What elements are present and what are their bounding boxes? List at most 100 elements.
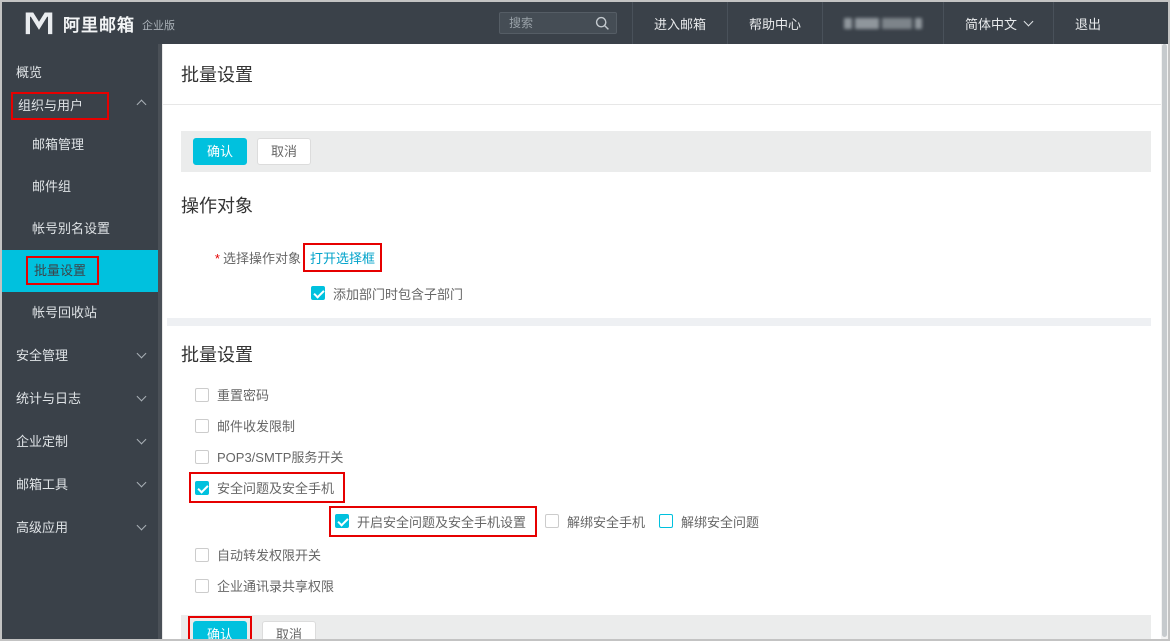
annotation-box: 安全问题及安全手机	[189, 472, 346, 503]
sidebar-item-advanced-apps[interactable]: 高级应用	[2, 506, 162, 549]
language-label: 简体中文	[964, 16, 1017, 32]
cancel-button-top[interactable]: 取消	[257, 138, 312, 165]
sidebar-item-label: 概览	[16, 65, 43, 80]
chevron-down-icon	[1023, 16, 1034, 26]
sidebar-item-stats-logs[interactable]: 统计与日志	[2, 377, 162, 420]
unbind-question-label: 解绑安全问题	[681, 514, 760, 530]
option-pop3-smtp: POP3/SMTP服务开关	[195, 441, 1161, 472]
section-divider	[167, 318, 1151, 326]
sidebar-item-overview[interactable]: 概览	[2, 58, 162, 88]
sidebar-item-security-management[interactable]: 安全管理	[2, 334, 162, 377]
open-selector-link[interactable]: 打开选择框	[310, 248, 375, 267]
sidebar-item-label: 帐号回收站	[32, 305, 98, 320]
section-title-target: 操作对象	[181, 196, 253, 216]
sidebar-item-label: 邮箱工具	[16, 477, 69, 492]
nav-help-center-label: 帮助中心	[748, 16, 801, 32]
nav-enter-mail-label: 进入邮箱	[653, 16, 706, 32]
logout-label: 退出	[1074, 16, 1101, 32]
pop3-smtp-label: POP3/SMTP服务开关	[217, 450, 344, 465]
sidebar-item-label: 统计与日志	[16, 391, 82, 406]
sidebar-item-org-users[interactable]: 组织与用户	[2, 88, 162, 124]
mail-limit-checkbox[interactable]	[195, 418, 209, 433]
app-window: 阿里邮箱 企业版 进入邮箱 帮助中心 简体中文	[0, 0, 1170, 641]
page-header: 批量设置	[163, 44, 1161, 105]
page-title: 批量设置	[181, 65, 253, 85]
header-nav: 进入邮箱 帮助中心 简体中文 退出	[631, 2, 1122, 44]
section-title-batch: 批量设置	[181, 345, 253, 365]
auto-forward-checkbox[interactable]	[195, 547, 209, 562]
sidebar-item-label: 组织与用户	[18, 98, 84, 113]
unbind-phone-checkbox[interactable]	[545, 514, 560, 528]
brand-title: 阿里邮箱	[63, 15, 135, 35]
sidebar-item-label: 批量设置	[34, 263, 87, 278]
security-question-phone-checkbox[interactable]	[195, 480, 209, 495]
sidebar-item-account-alias[interactable]: 帐号别名设置	[2, 208, 162, 250]
select-target-row: * 选择操作对象 打开选择框	[181, 242, 1161, 272]
sidebar-item-mailbox-tools[interactable]: 邮箱工具	[2, 463, 162, 506]
select-target-label-text: 选择操作对象	[222, 250, 301, 266]
masked-account-text	[843, 17, 922, 29]
include-subdept-row: 添加部门时包含子部门	[311, 285, 1161, 302]
top-header: 阿里邮箱 企业版 进入邮箱 帮助中心 简体中文	[2, 2, 1168, 44]
sidebar-item-account-recycle[interactable]: 帐号回收站	[2, 292, 162, 334]
auto-forward-label: 自动转发权限开关	[217, 548, 322, 563]
pop3-smtp-checkbox[interactable]	[195, 449, 209, 464]
confirm-button-bottom[interactable]: 确认	[193, 621, 248, 639]
sidebar-item-label: 帐号别名设置	[32, 221, 111, 236]
confirm-button-top[interactable]: 确认	[193, 138, 248, 165]
include-subdept-checkbox[interactable]	[311, 286, 325, 300]
enable-security-settings-label: 开启安全问题及安全手机设置	[357, 514, 527, 530]
sidebar-item-label: 企业定制	[16, 434, 69, 449]
main-content: 批量设置 确认 取消 操作对象 * 选择操作对象 打开选择框 添加部门时包含子部门…	[162, 44, 1161, 639]
nav-help-center[interactable]: 帮助中心	[726, 2, 822, 44]
contacts-share-checkbox[interactable]	[195, 578, 209, 593]
enable-security-settings-checkbox[interactable]	[335, 514, 349, 528]
annotation-box: 批量设置	[26, 256, 100, 285]
reset-password-label: 重置密码	[217, 388, 270, 403]
reset-password-checkbox[interactable]	[195, 387, 209, 402]
cancel-button-bottom[interactable]: 取消	[262, 621, 317, 639]
annotation-box: 开启安全问题及安全手机设置	[329, 505, 538, 537]
chevron-down-icon	[136, 391, 147, 401]
account-name-masked[interactable]	[821, 2, 943, 44]
sidebar-item-label: 邮件组	[32, 179, 72, 194]
select-target-label: * 选择操作对象	[181, 248, 301, 267]
option-mail-limit: 邮件收发限制	[195, 410, 1161, 441]
alimail-logo-icon	[25, 12, 53, 35]
option-contacts-share: 企业通讯录共享权限	[195, 570, 1161, 601]
required-mark: *	[214, 250, 220, 266]
chevron-up-icon	[136, 99, 147, 110]
search-icon[interactable]	[595, 16, 610, 36]
include-subdept-label: 添加部门时包含子部门	[333, 286, 464, 302]
chevron-down-icon	[136, 477, 147, 487]
sidebar-item-label: 高级应用	[16, 520, 69, 535]
nav-enter-mail[interactable]: 进入邮箱	[631, 2, 727, 44]
header-search	[498, 12, 617, 36]
security-question-phone-label: 安全问题及安全手机	[217, 481, 335, 496]
scrollbar-thumb[interactable]	[1162, 44, 1167, 637]
sidebar-item-batch-settings[interactable]: 批量设置	[2, 250, 162, 292]
option-reset-password: 重置密码	[195, 379, 1161, 410]
option-security-question-phone: 安全问题及安全手机	[189, 472, 1161, 503]
language-switcher[interactable]: 简体中文	[942, 2, 1053, 44]
sidebar-item-enterprise-custom[interactable]: 企业定制	[2, 420, 162, 463]
logout-button[interactable]: 退出	[1052, 2, 1122, 44]
mail-limit-label: 邮件收发限制	[217, 419, 296, 434]
chevron-down-icon	[136, 520, 147, 530]
vertical-scrollbar[interactable]	[1161, 44, 1168, 639]
unbind-phone-label: 解绑安全手机	[567, 514, 646, 530]
bottom-action-bar: 确认 取消	[181, 615, 1151, 639]
sidebar-item-mailbox-management[interactable]: 邮箱管理	[2, 124, 162, 166]
top-action-bar: 确认 取消	[181, 131, 1151, 172]
annotation-box: 组织与用户	[11, 92, 110, 120]
brand-edition: 企业版	[142, 19, 175, 32]
sidebar-item-mail-groups[interactable]: 邮件组	[2, 166, 162, 208]
unbind-question-checkbox[interactable]	[659, 514, 674, 528]
security-sub-options-row: 开启安全问题及安全手机设置 解绑安全手机 解绑安全问题	[329, 503, 1161, 539]
sidebar-item-label: 邮箱管理	[32, 137, 85, 152]
chevron-down-icon	[136, 434, 147, 444]
brand: 阿里邮箱 企业版	[24, 10, 175, 36]
annotation-box: 确认	[188, 616, 253, 639]
sidebar: 概览 组织与用户 邮箱管理 邮件组 帐号别名设置 批量设置 帐号回收站 安全管理	[2, 44, 162, 639]
chevron-down-icon	[136, 348, 147, 358]
